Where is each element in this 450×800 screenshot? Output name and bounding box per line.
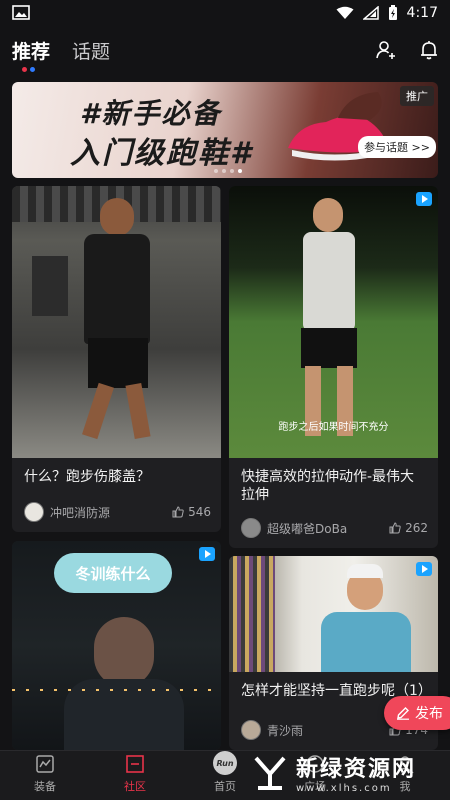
tab-indicator: [22, 66, 35, 72]
home-icon: Run: [213, 751, 237, 775]
add-friend-icon[interactable]: [376, 40, 396, 60]
video-caption: 跑步之后如果时间不充分: [278, 422, 389, 433]
author-name[interactable]: 冲吧消防源: [50, 504, 110, 521]
tab-recommend[interactable]: 推荐: [12, 37, 51, 72]
feed-card[interactable]: 什么？跑步伤膝盖？ 冲吧消防源 546: [12, 186, 221, 532]
avatar[interactable]: [241, 720, 261, 740]
top-nav: 推荐 话题: [0, 28, 450, 72]
community-icon: [126, 755, 144, 773]
avatar[interactable]: [241, 518, 261, 538]
banner-pager: [214, 169, 242, 173]
author-name[interactable]: 青沙雨: [267, 722, 303, 739]
thumb-up-icon: [389, 522, 401, 534]
author-name[interactable]: 超级嘟爸DoBa: [267, 520, 347, 537]
post-image: 冬训练什么: [12, 541, 221, 750]
nav-item-community[interactable]: 社区: [90, 751, 180, 800]
home-icon-text: Run: [216, 758, 234, 768]
nav-label: 社区: [124, 780, 146, 793]
watermark-name: 新绿资源网: [296, 756, 417, 782]
ad-badge: 推广: [400, 86, 434, 106]
tab-label: 推荐: [12, 40, 51, 63]
watermark-url: www.xlhs.com: [296, 782, 392, 794]
like-number: 262: [405, 521, 428, 535]
post-title: 快捷高效的拉伸动作-最伟大拉伸: [241, 469, 415, 503]
nav-label: 首页: [214, 780, 236, 793]
join-topic-button[interactable]: 参与话题 >>: [358, 136, 436, 158]
tab-label: 话题: [72, 40, 111, 63]
post-image: [12, 186, 221, 458]
like-count[interactable]: 262: [389, 521, 428, 535]
clock: 4:17: [406, 5, 438, 21]
post-meta: 冲吧消防源 546: [24, 502, 211, 522]
feed-card[interactable]: 冬训练什么: [12, 541, 221, 750]
video-icon: [416, 192, 432, 206]
publish-button[interactable]: 发布: [384, 696, 450, 730]
wifi-icon: [336, 6, 354, 19]
tab-topics[interactable]: 话题: [72, 37, 110, 64]
post-meta: 超级嘟爸DoBa 262: [241, 518, 428, 538]
battery-icon: [388, 5, 397, 20]
banner-headline-1: #新手必备: [80, 97, 222, 130]
video-icon: [416, 562, 432, 576]
nav-item-equipment[interactable]: 装备: [0, 751, 90, 800]
watermark-logo-icon: [254, 756, 286, 790]
publish-label: 发布: [415, 706, 443, 722]
post-image: [229, 556, 438, 672]
like-number: 546: [188, 505, 211, 519]
edit-icon: [397, 707, 409, 720]
post-image: 跑步之后如果时间不充分: [229, 186, 438, 458]
image-notification-icon: [12, 5, 30, 20]
video-icon: [199, 547, 215, 561]
status-bar: 4:17: [0, 0, 450, 26]
banner-headline-2: 入门级跑鞋#: [70, 136, 253, 171]
avatar[interactable]: [24, 502, 44, 522]
promo-banner[interactable]: #新手必备 入门级跑鞋# 推广 参与话题 >>: [12, 82, 438, 178]
bell-icon[interactable]: [420, 40, 438, 60]
site-watermark: 新绿资源网 www.xlhs.com: [250, 744, 450, 800]
like-count[interactable]: 546: [172, 505, 211, 519]
equipment-icon: [36, 755, 54, 773]
feed-card[interactable]: 跑步之后如果时间不充分 快捷高效的拉伸动作-最伟大拉伸 超级嘟爸DoBa 262: [229, 186, 438, 548]
nav-label: 装备: [34, 780, 56, 793]
signal-icon: [362, 6, 379, 20]
thumb-up-icon: [172, 506, 184, 518]
post-title: 什么？跑步伤膝盖？: [24, 469, 150, 485]
video-overlay-text: 冬训练什么: [54, 553, 172, 593]
